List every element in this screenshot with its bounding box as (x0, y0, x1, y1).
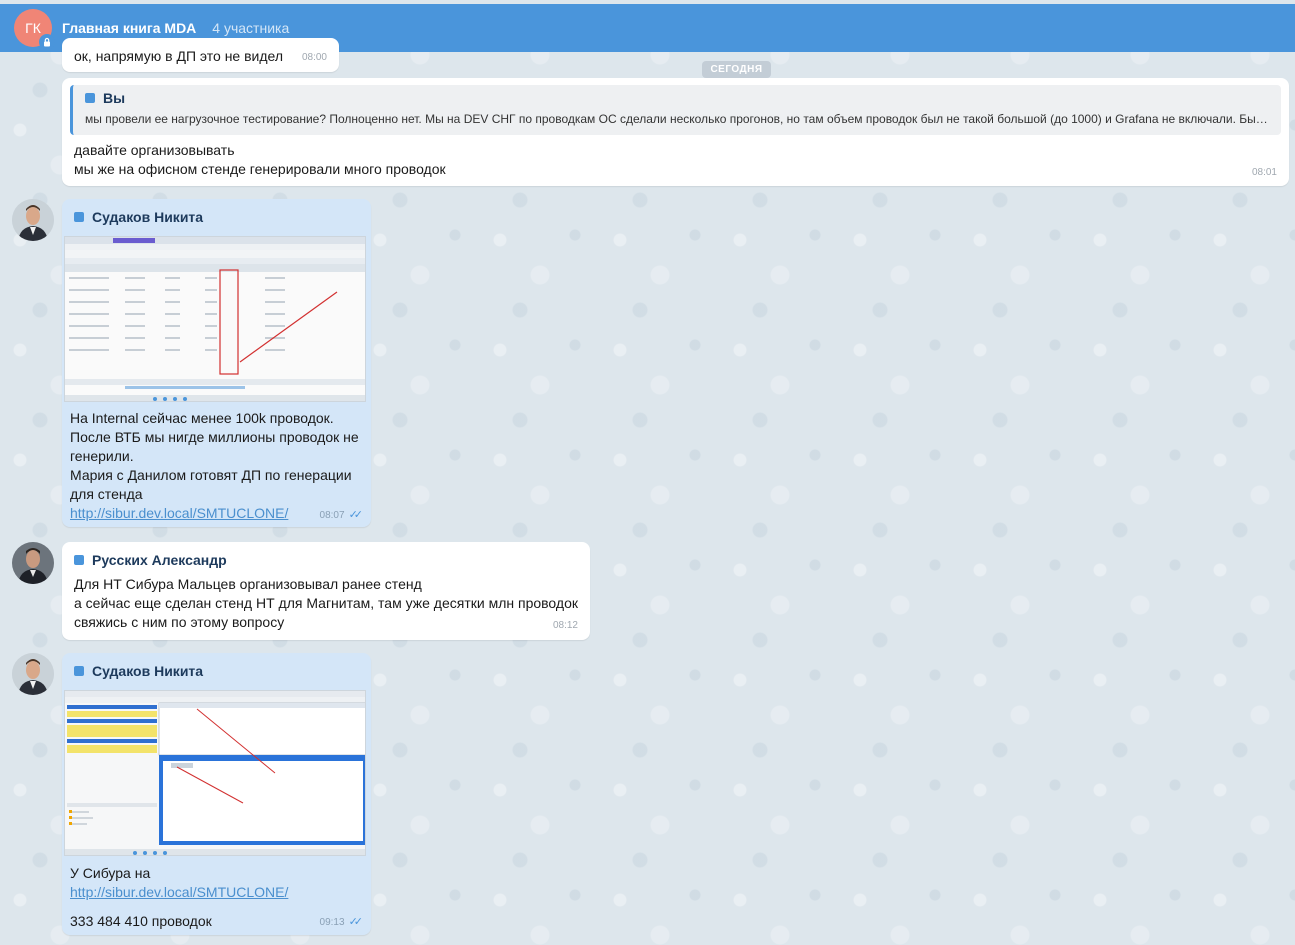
message-text-line: После ВТБ мы нигде миллионы проводок не (70, 429, 359, 445)
message-text-line: Мария с Данилом готовят ДП по генерации (70, 467, 352, 483)
sender-type-icon (74, 212, 84, 222)
reply-quote[interactable]: Вы мы провели ее нагрузочное тестировани… (70, 85, 1281, 135)
message-text-line: генерили. (70, 448, 134, 464)
attached-screenshot[interactable] (64, 690, 366, 856)
message-bubble[interactable]: Судаков Никита (62, 199, 371, 527)
message-text-line: а сейчас еще сделан стенд НТ для Магнита… (74, 595, 578, 611)
message-bubble[interactable]: Вы мы провели ее нагрузочное тестировани… (62, 78, 1289, 186)
sender-name: Судаков Никита (92, 663, 204, 679)
message-bubble[interactable]: Русских Александр Для НТ Сибура Мальцев … (62, 542, 590, 640)
message-time: 08:00 (301, 52, 327, 63)
reply-quote-text: мы провели ее нагрузочное тестирование? … (85, 112, 1271, 126)
message-time: 09:13 ✓✓ (319, 915, 364, 928)
sender-name: Русских Александр (92, 552, 227, 568)
read-check-icon: ✓✓ (348, 916, 364, 928)
message-list[interactable]: ок, напрямую в ДП это не видел 08:00 СЕГ… (0, 38, 1295, 945)
message-time: 08:01 (1251, 167, 1277, 178)
chat-title[interactable]: Главная книга MDA (62, 20, 196, 36)
message-text-line: Для НТ Сибура Мальцев организовывал ране… (74, 576, 422, 592)
message-link[interactable]: http://sibur.dev.local/SMTUCLONE/ (70, 504, 359, 523)
message-text-line: свяжись с ним по этому вопросу (74, 614, 285, 630)
sender-avatar[interactable] (12, 653, 54, 695)
message-sender[interactable]: Русских Александр (74, 552, 227, 568)
chat-avatar-initials: ГК (25, 20, 41, 36)
sender-type-icon (74, 555, 84, 565)
date-separator: СЕГОДНЯ (702, 61, 771, 78)
message-text: ок, напрямую в ДП это не видел (74, 48, 284, 64)
sender-name: Судаков Никита (92, 209, 204, 225)
chat-members-count[interactable]: 4 участника (212, 20, 289, 36)
message-time: 08:12 (552, 620, 578, 631)
message-text-line: давайте организовывать (74, 142, 235, 158)
message-sender[interactable]: Судаков Никита (74, 663, 203, 679)
reply-sender-name: Вы (103, 90, 126, 106)
lock-icon (39, 34, 55, 50)
message-text-line: У Сибура на (70, 865, 151, 881)
message-text-line: для стенда (70, 486, 143, 502)
sender-type-icon (85, 93, 95, 103)
message-bubble[interactable]: Судаков Никита (62, 653, 371, 935)
message-sender[interactable]: Судаков Никита (74, 209, 203, 225)
sender-avatar[interactable] (12, 542, 54, 584)
message-bubble[interactable]: ок, напрямую в ДП это не видел 08:00 (62, 38, 339, 72)
chat-avatar[interactable]: ГК (14, 9, 55, 50)
attached-screenshot[interactable] (64, 236, 366, 402)
message-text-line: 333 484 410 проводок (70, 913, 212, 929)
message-text-line: мы же на офисном стенде генерировали мно… (74, 161, 446, 177)
message-time-text: 09:13 (319, 917, 345, 928)
message-link[interactable]: http://sibur.dev.local/SMTUCLONE/ (70, 883, 288, 902)
sender-type-icon (74, 666, 84, 676)
read-check-icon: ✓✓ (348, 509, 364, 521)
message-text-line: На Internal сейчас менее 100k проводок. (70, 410, 334, 426)
message-time: 08:07 ✓✓ (319, 508, 364, 521)
reply-sender: Вы (85, 90, 1271, 106)
message-time-text: 08:07 (319, 510, 345, 521)
sender-avatar[interactable] (12, 199, 54, 241)
